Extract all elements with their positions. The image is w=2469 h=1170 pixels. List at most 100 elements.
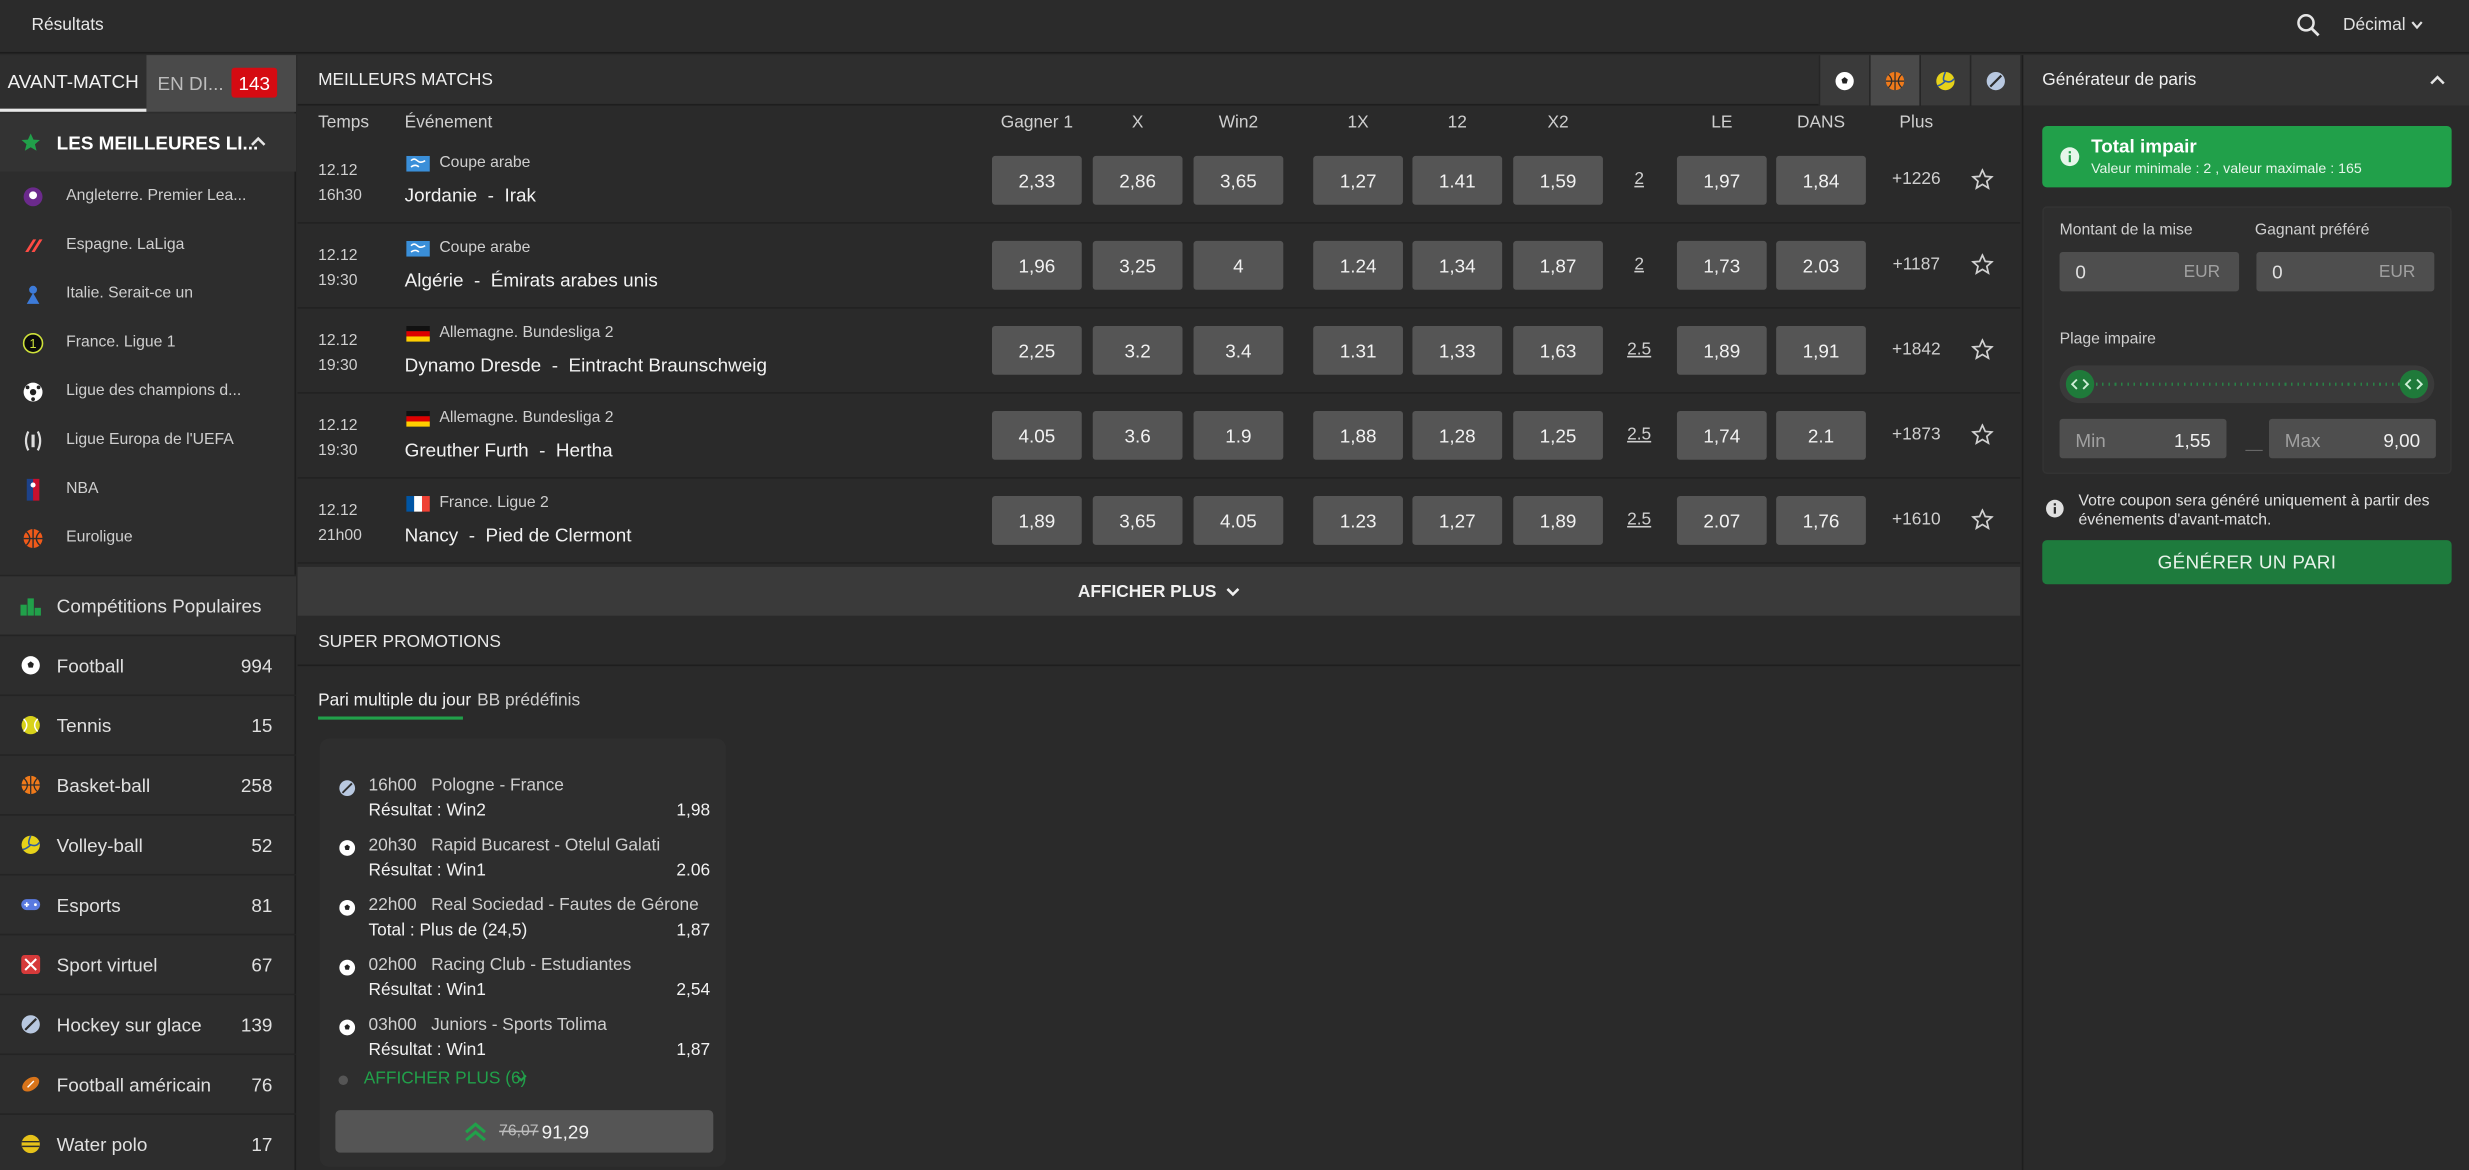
odd-button[interactable]: 3,25 — [1092, 240, 1183, 290]
sidebar-item-water-polo[interactable]: Water polo 17 — [0, 1113, 297, 1170]
sidebar-item-ice-hockey[interactable]: Hockey sur glace 139 — [0, 993, 297, 1054]
sidebar-item-ligue1[interactable]: 1 France. Ligue 1 — [0, 320, 296, 369]
more-markets-link[interactable]: +1187 — [1885, 255, 1948, 274]
sidebar-item-esports[interactable]: Esports 81 — [0, 873, 297, 934]
odd-button-over[interactable]: 1,73 — [1676, 240, 1767, 290]
tab-daily-accumulator[interactable]: Pari multiple du jour — [318, 691, 471, 710]
match-teams[interactable]: Dynamo Dresde - Eintracht Braunschweig — [405, 354, 767, 376]
accumulator-item[interactable]: 03h00 Juniors - Sports Tolima Résultat : … — [320, 1009, 726, 1069]
match-teams[interactable]: Nancy - Pied de Clermont — [405, 524, 632, 546]
sidebar-item-laliga[interactable]: Espagne. LaLiga — [0, 222, 296, 271]
odd-button-under[interactable]: 1,84 — [1776, 155, 1866, 205]
odd-button[interactable]: 3.4 — [1193, 325, 1284, 375]
show-more-button[interactable]: AFFICHER PLUS — [297, 566, 2021, 616]
match-row[interactable]: 12.12 19:30 Allemagne. Bundesliga 2 Greuthe… — [297, 394, 2021, 479]
more-markets-link[interactable]: +1842 — [1885, 340, 1948, 359]
sidebar-item-virtual-sport[interactable]: Sport virtuel 67 — [0, 933, 297, 994]
odd-button-over[interactable]: 1,74 — [1676, 410, 1767, 460]
odd-button[interactable]: 1,63 — [1513, 325, 1603, 375]
stake-input[interactable]: 0 EUR — [2059, 251, 2240, 292]
odd-button[interactable]: 1.24 — [1313, 240, 1403, 290]
results-link[interactable]: Résultats — [31, 16, 103, 35]
match-row[interactable]: 12.12 19:30 Allemagne. Bundesliga 2 Dynamo … — [297, 309, 2021, 394]
chevron-up-icon[interactable] — [249, 134, 268, 150]
bet-generator-header[interactable]: Générateur de paris — [2023, 55, 2469, 106]
sidebar-item-volleyball[interactable]: Volley-ball 52 — [0, 814, 297, 874]
star-icon[interactable] — [1971, 253, 1994, 276]
odd-button[interactable]: 3.2 — [1092, 325, 1183, 375]
odd-button[interactable]: 1,27 — [1313, 155, 1403, 205]
total-line[interactable]: 2 — [1623, 255, 1654, 274]
total-line[interactable]: 2 — [1623, 170, 1654, 189]
odd-button[interactable]: 4.05 — [991, 410, 1082, 460]
odd-button[interactable]: 1,59 — [1513, 155, 1603, 205]
sidebar-item-premier-league[interactable]: Angleterre. Premier Lea... — [0, 173, 296, 222]
odd-button[interactable]: 1,89 — [991, 496, 1082, 545]
odd-button[interactable]: 1,88 — [1313, 410, 1403, 460]
match-teams[interactable]: Greuther Furth - Hertha — [405, 439, 613, 461]
more-markets-link[interactable]: +1873 — [1885, 425, 1948, 444]
odd-button[interactable]: 1,28 — [1412, 410, 1503, 460]
chevron-down-icon[interactable] — [2409, 17, 2425, 33]
preferred-win-input[interactable]: 0 EUR — [2256, 251, 2435, 292]
odd-button[interactable]: 1,33 — [1412, 325, 1503, 375]
star-icon[interactable] — [1971, 423, 1994, 446]
odd-button-under[interactable]: 2.03 — [1776, 240, 1866, 290]
star-icon[interactable] — [1971, 508, 1994, 531]
odd-button[interactable]: 3,65 — [1193, 155, 1284, 205]
match-row[interactable]: 12.12 21h00 France. Ligue 2 Nancy - Pied de… — [297, 479, 2021, 564]
generate-bet-button[interactable]: GÉNÉRER UN PARI — [2042, 540, 2452, 585]
chevron-up-icon[interactable] — [2428, 72, 2447, 88]
odd-button[interactable]: 1,27 — [1412, 496, 1503, 545]
match-row[interactable]: 12.12 16h30 Coupe arabe Jordanie - Irak 2,33… — [297, 139, 2021, 224]
filter-basketball-button[interactable] — [1869, 55, 1920, 106]
more-markets-link[interactable]: +1610 — [1885, 510, 1948, 529]
tab-prematch[interactable]: AVANT-MATCH — [0, 55, 147, 112]
sidebar-item-serie-a[interactable]: Italie. Serait-ce un — [0, 271, 296, 320]
odd-button[interactable]: 1,25 — [1513, 410, 1603, 460]
odd-button-under[interactable]: 1,91 — [1776, 325, 1866, 375]
odd-button[interactable]: 2,33 — [991, 155, 1082, 205]
odds-format-select[interactable]: Décimal — [2343, 16, 2406, 35]
sidebar-item-popular[interactable]: Compétitions Populaires — [0, 574, 297, 635]
max-odds-input[interactable]: Max 9,00 — [2268, 418, 2436, 459]
odd-button[interactable]: 2,25 — [991, 325, 1082, 375]
accumulator-total-button[interactable]: 76,07 91,29 — [335, 1110, 714, 1153]
sidebar-item-basketball[interactable]: Basket-ball 258 — [0, 754, 297, 814]
odd-button[interactable]: 1.9 — [1193, 410, 1284, 460]
odd-button[interactable]: 1,87 — [1513, 240, 1603, 290]
filter-volleyball-button[interactable] — [1919, 55, 1970, 106]
odd-button[interactable]: 2,86 — [1092, 155, 1183, 205]
total-line[interactable]: 2.5 — [1623, 510, 1654, 529]
sidebar-item-champions-league[interactable]: Ligue des champions d... — [0, 368, 296, 417]
match-teams[interactable]: Jordanie - Irak — [405, 184, 536, 206]
odd-button-under[interactable]: 1,76 — [1776, 496, 1866, 545]
sidebar-item-euroleague[interactable]: Euroligue — [0, 515, 296, 564]
sidebar-item-football[interactable]: Football 994 — [0, 634, 297, 695]
odd-button[interactable]: 1.31 — [1313, 325, 1403, 375]
more-markets-link[interactable]: +1226 — [1885, 170, 1948, 189]
total-line[interactable]: 2.5 — [1623, 340, 1654, 359]
min-odds-input[interactable]: Min 1,55 — [2059, 418, 2227, 459]
odd-button[interactable]: 1,34 — [1412, 240, 1503, 290]
match-row[interactable]: 12.12 19:30 Coupe arabe Algérie - Émirats a… — [297, 224, 2021, 309]
odds-range-slider[interactable] — [2059, 365, 2435, 404]
slider-min-handle[interactable] — [2065, 370, 2095, 399]
odd-button[interactable]: 1,89 — [1513, 496, 1603, 545]
star-icon[interactable] — [1971, 168, 1994, 190]
odd-button[interactable]: 1.23 — [1313, 496, 1403, 545]
sidebar-item-tennis[interactable]: Tennis 15 — [0, 694, 297, 754]
match-teams[interactable]: Algérie - Émirats arabes unis — [405, 269, 658, 291]
odd-button[interactable]: 4.05 — [1193, 496, 1284, 545]
odd-button-over[interactable]: 2.07 — [1676, 496, 1767, 545]
odd-button[interactable]: 3,65 — [1092, 496, 1183, 545]
odd-button-over[interactable]: 1,97 — [1676, 155, 1767, 205]
accumulator-item[interactable]: 20h30 Rapid Bucarest - Otelul Galati Résu… — [320, 830, 726, 890]
accumulator-item[interactable]: 22h00 Real Sociedad - Fautes de Gérone To… — [320, 890, 726, 950]
search-icon[interactable] — [2296, 13, 2321, 38]
odd-button[interactable]: 3.6 — [1092, 410, 1183, 460]
slider-max-handle[interactable] — [2399, 370, 2429, 399]
odd-button-over[interactable]: 1,89 — [1676, 325, 1767, 375]
sidebar-item-nba[interactable]: NBA — [0, 466, 296, 515]
sidebar-item-europa-league[interactable]: Ligue Europa de l'UEFA — [0, 417, 296, 466]
